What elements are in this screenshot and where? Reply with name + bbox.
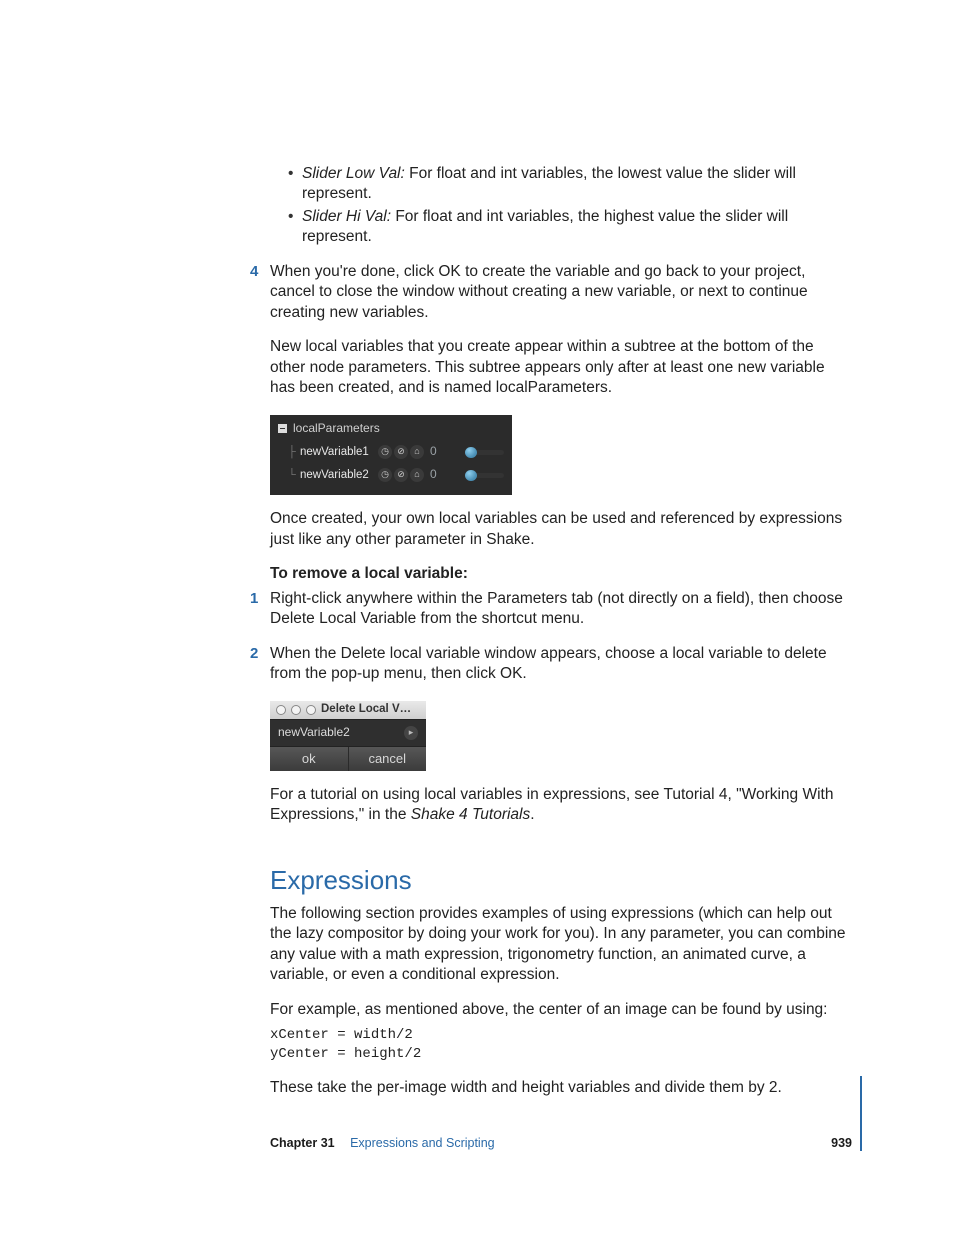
panel-title: localParameters — [293, 421, 380, 437]
paragraph: For a tutorial on using local variables … — [270, 785, 852, 826]
bullet-text: Slider Low Val: For float and int variab… — [302, 164, 852, 205]
step-1: 1 Right-click anywhere within the Parame… — [270, 589, 852, 630]
window-button-icon[interactable] — [276, 705, 286, 715]
page-footer: Chapter 31 Expressions and Scripting 939 — [270, 1136, 852, 1150]
chapter-title: Expressions and Scripting — [350, 1136, 495, 1150]
paragraph: Once created, your own local variables c… — [270, 509, 852, 550]
clock-icon[interactable]: ◷ — [378, 445, 392, 459]
delete-local-variable-dialog: Delete Local V… newVariable2 ▸ ok cancel — [270, 701, 426, 771]
paragraph: These take the per-image width and heigh… — [270, 1078, 852, 1098]
subheading: To remove a local variable: — [270, 564, 852, 584]
slider-knob[interactable] — [465, 470, 477, 481]
bullet-item: • Slider Low Val: For float and int vari… — [288, 164, 852, 205]
key-icon[interactable]: ⊘ — [394, 445, 408, 459]
step-2: 2 When the Delete local variable window … — [270, 644, 852, 685]
window-button-icon[interactable] — [306, 705, 316, 715]
text: For a tutorial on using local variables … — [270, 786, 833, 823]
paragraph: For example, as mentioned above, the cen… — [270, 1000, 852, 1020]
window-button-icon[interactable] — [291, 705, 301, 715]
section-heading: Expressions — [270, 863, 852, 897]
panel-header: localParameters — [278, 421, 504, 437]
dropdown-value: newVariable2 — [278, 725, 350, 741]
dropdown-arrow-icon: ▸ — [404, 726, 418, 740]
param-icons: ◷ ⊘ ⌂ — [378, 468, 424, 482]
margin-rule — [860, 1076, 862, 1151]
paragraph: New local variables that you create appe… — [270, 337, 852, 398]
key-icon[interactable]: ⊘ — [394, 468, 408, 482]
step-number: 4 — [250, 262, 258, 282]
bullet-dot: • — [288, 164, 302, 205]
text: . — [530, 806, 534, 823]
param-icons: ◷ ⊘ ⌂ — [378, 445, 424, 459]
param-name: newVariable1 — [300, 445, 378, 460]
bullet-text: Slider Hi Val: For float and int variabl… — [302, 207, 852, 248]
step-number: 2 — [250, 644, 258, 664]
footer-left: Chapter 31 Expressions and Scripting — [270, 1136, 495, 1150]
document-page: • Slider Low Val: For float and int vari… — [0, 0, 954, 1235]
dialog-title: Delete Local V… — [321, 702, 411, 717]
param-name: newVariable2 — [300, 468, 378, 483]
clock-icon[interactable]: ◷ — [378, 468, 392, 482]
parameter-row: ├ newVariable1 ◷ ⊘ ⌂ 0 — [288, 442, 504, 462]
lock-icon[interactable]: ⌂ — [410, 445, 424, 459]
cancel-button[interactable]: cancel — [349, 747, 427, 771]
parameter-row: └ newVariable2 ◷ ⊘ ⌂ 0 — [288, 465, 504, 485]
param-slider[interactable] — [465, 450, 504, 455]
code-block: xCenter = width/2 yCenter = height/2 — [270, 1026, 852, 1064]
param-value[interactable]: 0 — [430, 467, 441, 483]
step-4: 4 When you're done, click OK to create t… — [270, 262, 852, 323]
step-text: Right-click anywhere within the Paramete… — [270, 590, 843, 627]
bullet-term: Slider Hi Val: — [302, 208, 391, 225]
variable-dropdown[interactable]: newVariable2 ▸ — [270, 719, 426, 747]
step-text: When the Delete local variable window ap… — [270, 645, 827, 682]
ok-button[interactable]: ok — [270, 747, 349, 771]
tree-branch-icon: └ — [288, 468, 300, 483]
tree-branch-icon: ├ — [288, 445, 300, 460]
paragraph: The following section provides examples … — [270, 904, 852, 986]
page-number: 939 — [831, 1136, 852, 1150]
slider-knob[interactable] — [465, 447, 477, 458]
dialog-buttons: ok cancel — [270, 747, 426, 771]
local-parameters-panel: localParameters ├ newVariable1 ◷ ⊘ ⌂ 0 └… — [270, 415, 512, 496]
step-text: When you're done, click OK to create the… — [270, 263, 808, 321]
dialog-titlebar: Delete Local V… — [270, 701, 426, 719]
body-content: • Slider Low Val: For float and int vari… — [270, 164, 852, 1098]
collapse-icon[interactable] — [278, 424, 287, 433]
lock-icon[interactable]: ⌂ — [410, 468, 424, 482]
book-title: Shake 4 Tutorials — [411, 806, 530, 823]
param-slider[interactable] — [465, 473, 504, 478]
chapter-label: Chapter 31 — [270, 1136, 335, 1150]
bullet-dot: • — [288, 207, 302, 248]
step-number: 1 — [250, 589, 258, 609]
param-value[interactable]: 0 — [430, 444, 441, 460]
bullet-term: Slider Low Val: — [302, 165, 405, 182]
bullet-item: • Slider Hi Val: For float and int varia… — [288, 207, 852, 248]
